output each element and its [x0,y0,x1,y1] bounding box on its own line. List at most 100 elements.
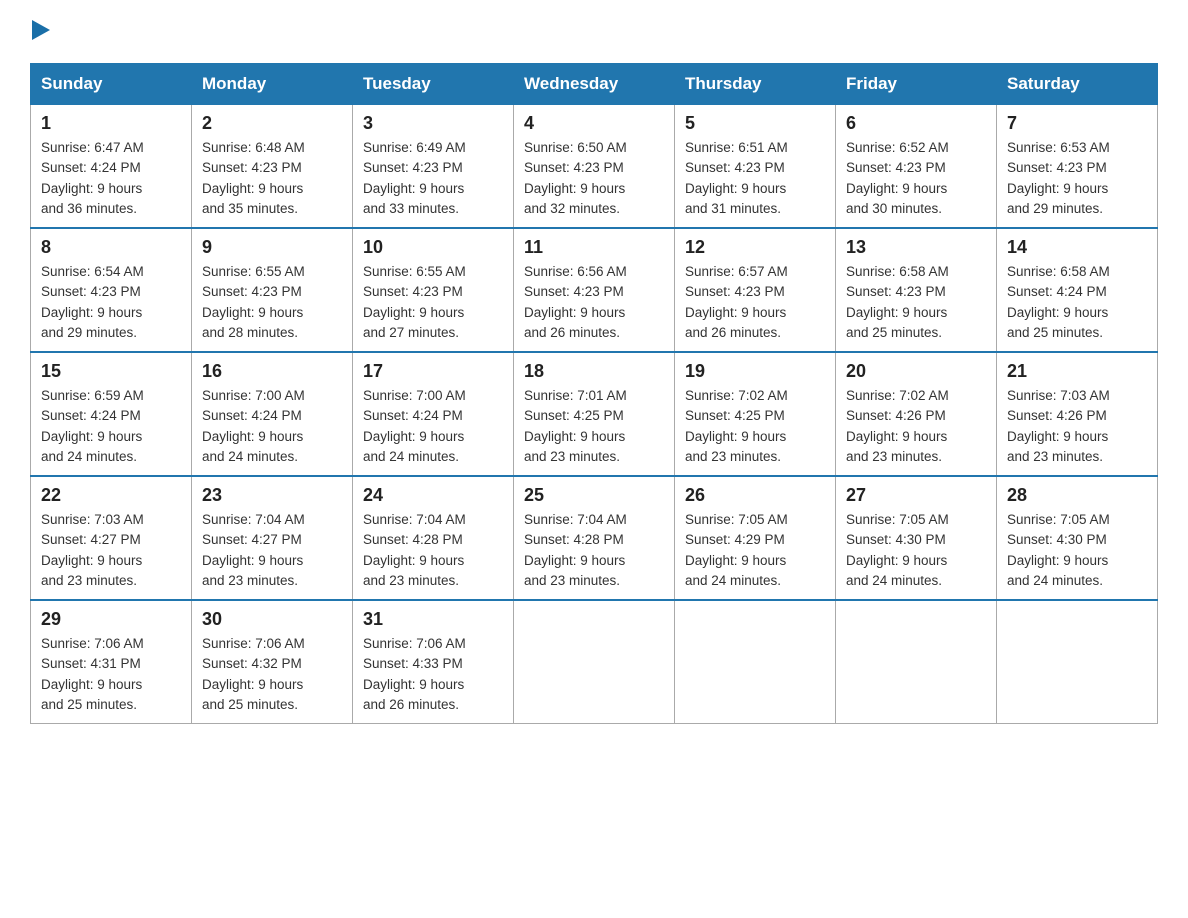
logo-arrow-icon [32,20,50,40]
day-info: Sunrise: 6:55 AMSunset: 4:23 PMDaylight:… [363,264,466,340]
day-info: Sunrise: 6:58 AMSunset: 4:23 PMDaylight:… [846,264,949,340]
day-number: 12 [685,237,825,258]
day-number: 22 [41,485,181,506]
day-cell: 10 Sunrise: 6:55 AMSunset: 4:23 PMDaylig… [353,228,514,352]
day-info: Sunrise: 7:05 AMSunset: 4:30 PMDaylight:… [846,512,949,588]
logo [30,20,50,45]
day-number: 1 [41,113,181,134]
day-number: 29 [41,609,181,630]
day-number: 16 [202,361,342,382]
day-cell: 23 Sunrise: 7:04 AMSunset: 4:27 PMDaylig… [192,476,353,600]
header-friday: Friday [836,64,997,105]
day-info: Sunrise: 6:53 AMSunset: 4:23 PMDaylight:… [1007,140,1110,216]
day-number: 15 [41,361,181,382]
day-info: Sunrise: 7:00 AMSunset: 4:24 PMDaylight:… [202,388,305,464]
calendar-week-row: 29 Sunrise: 7:06 AMSunset: 4:31 PMDaylig… [31,600,1158,724]
day-number: 21 [1007,361,1147,382]
empty-day-cell [675,600,836,724]
header-tuesday: Tuesday [353,64,514,105]
day-info: Sunrise: 7:04 AMSunset: 4:28 PMDaylight:… [363,512,466,588]
day-info: Sunrise: 7:02 AMSunset: 4:25 PMDaylight:… [685,388,788,464]
day-cell: 30 Sunrise: 7:06 AMSunset: 4:32 PMDaylig… [192,600,353,724]
day-number: 24 [363,485,503,506]
day-cell: 17 Sunrise: 7:00 AMSunset: 4:24 PMDaylig… [353,352,514,476]
day-number: 4 [524,113,664,134]
empty-day-cell [514,600,675,724]
day-info: Sunrise: 7:01 AMSunset: 4:25 PMDaylight:… [524,388,627,464]
day-cell: 19 Sunrise: 7:02 AMSunset: 4:25 PMDaylig… [675,352,836,476]
header-wednesday: Wednesday [514,64,675,105]
day-cell: 9 Sunrise: 6:55 AMSunset: 4:23 PMDayligh… [192,228,353,352]
day-cell: 31 Sunrise: 7:06 AMSunset: 4:33 PMDaylig… [353,600,514,724]
empty-day-cell [836,600,997,724]
day-info: Sunrise: 6:49 AMSunset: 4:23 PMDaylight:… [363,140,466,216]
day-number: 5 [685,113,825,134]
day-cell: 8 Sunrise: 6:54 AMSunset: 4:23 PMDayligh… [31,228,192,352]
day-cell: 25 Sunrise: 7:04 AMSunset: 4:28 PMDaylig… [514,476,675,600]
day-info: Sunrise: 6:51 AMSunset: 4:23 PMDaylight:… [685,140,788,216]
day-info: Sunrise: 7:05 AMSunset: 4:30 PMDaylight:… [1007,512,1110,588]
day-info: Sunrise: 7:05 AMSunset: 4:29 PMDaylight:… [685,512,788,588]
day-info: Sunrise: 6:52 AMSunset: 4:23 PMDaylight:… [846,140,949,216]
day-cell: 27 Sunrise: 7:05 AMSunset: 4:30 PMDaylig… [836,476,997,600]
day-number: 8 [41,237,181,258]
day-info: Sunrise: 7:03 AMSunset: 4:26 PMDaylight:… [1007,388,1110,464]
day-info: Sunrise: 6:50 AMSunset: 4:23 PMDaylight:… [524,140,627,216]
day-cell: 1 Sunrise: 6:47 AMSunset: 4:24 PMDayligh… [31,105,192,229]
day-number: 25 [524,485,664,506]
day-number: 3 [363,113,503,134]
day-info: Sunrise: 6:57 AMSunset: 4:23 PMDaylight:… [685,264,788,340]
day-number: 23 [202,485,342,506]
header-sunday: Sunday [31,64,192,105]
day-info: Sunrise: 6:48 AMSunset: 4:23 PMDaylight:… [202,140,305,216]
day-info: Sunrise: 7:04 AMSunset: 4:27 PMDaylight:… [202,512,305,588]
day-number: 7 [1007,113,1147,134]
day-info: Sunrise: 7:00 AMSunset: 4:24 PMDaylight:… [363,388,466,464]
day-number: 18 [524,361,664,382]
day-cell: 2 Sunrise: 6:48 AMSunset: 4:23 PMDayligh… [192,105,353,229]
day-info: Sunrise: 6:56 AMSunset: 4:23 PMDaylight:… [524,264,627,340]
day-number: 20 [846,361,986,382]
day-cell: 20 Sunrise: 7:02 AMSunset: 4:26 PMDaylig… [836,352,997,476]
calendar-week-row: 15 Sunrise: 6:59 AMSunset: 4:24 PMDaylig… [31,352,1158,476]
header-monday: Monday [192,64,353,105]
day-cell: 14 Sunrise: 6:58 AMSunset: 4:24 PMDaylig… [997,228,1158,352]
day-number: 26 [685,485,825,506]
calendar-week-row: 1 Sunrise: 6:47 AMSunset: 4:24 PMDayligh… [31,105,1158,229]
header-thursday: Thursday [675,64,836,105]
day-cell: 11 Sunrise: 6:56 AMSunset: 4:23 PMDaylig… [514,228,675,352]
day-cell: 16 Sunrise: 7:00 AMSunset: 4:24 PMDaylig… [192,352,353,476]
day-number: 30 [202,609,342,630]
day-cell: 4 Sunrise: 6:50 AMSunset: 4:23 PMDayligh… [514,105,675,229]
day-info: Sunrise: 6:54 AMSunset: 4:23 PMDaylight:… [41,264,144,340]
day-cell: 28 Sunrise: 7:05 AMSunset: 4:30 PMDaylig… [997,476,1158,600]
day-info: Sunrise: 7:06 AMSunset: 4:31 PMDaylight:… [41,636,144,712]
day-info: Sunrise: 6:59 AMSunset: 4:24 PMDaylight:… [41,388,144,464]
day-number: 11 [524,237,664,258]
calendar-table: Sunday Monday Tuesday Wednesday Thursday… [30,63,1158,724]
weekday-header-row: Sunday Monday Tuesday Wednesday Thursday… [31,64,1158,105]
day-cell: 29 Sunrise: 7:06 AMSunset: 4:31 PMDaylig… [31,600,192,724]
calendar-week-row: 22 Sunrise: 7:03 AMSunset: 4:27 PMDaylig… [31,476,1158,600]
day-number: 9 [202,237,342,258]
day-number: 28 [1007,485,1147,506]
day-info: Sunrise: 6:58 AMSunset: 4:24 PMDaylight:… [1007,264,1110,340]
day-info: Sunrise: 7:04 AMSunset: 4:28 PMDaylight:… [524,512,627,588]
day-info: Sunrise: 6:55 AMSunset: 4:23 PMDaylight:… [202,264,305,340]
page-header [30,20,1158,45]
day-cell: 7 Sunrise: 6:53 AMSunset: 4:23 PMDayligh… [997,105,1158,229]
day-cell: 12 Sunrise: 6:57 AMSunset: 4:23 PMDaylig… [675,228,836,352]
day-info: Sunrise: 7:03 AMSunset: 4:27 PMDaylight:… [41,512,144,588]
day-info: Sunrise: 7:06 AMSunset: 4:32 PMDaylight:… [202,636,305,712]
day-cell: 3 Sunrise: 6:49 AMSunset: 4:23 PMDayligh… [353,105,514,229]
day-cell: 15 Sunrise: 6:59 AMSunset: 4:24 PMDaylig… [31,352,192,476]
day-number: 31 [363,609,503,630]
day-number: 27 [846,485,986,506]
day-number: 10 [363,237,503,258]
day-number: 14 [1007,237,1147,258]
calendar-week-row: 8 Sunrise: 6:54 AMSunset: 4:23 PMDayligh… [31,228,1158,352]
day-cell: 22 Sunrise: 7:03 AMSunset: 4:27 PMDaylig… [31,476,192,600]
day-cell: 21 Sunrise: 7:03 AMSunset: 4:26 PMDaylig… [997,352,1158,476]
day-cell: 26 Sunrise: 7:05 AMSunset: 4:29 PMDaylig… [675,476,836,600]
empty-day-cell [997,600,1158,724]
